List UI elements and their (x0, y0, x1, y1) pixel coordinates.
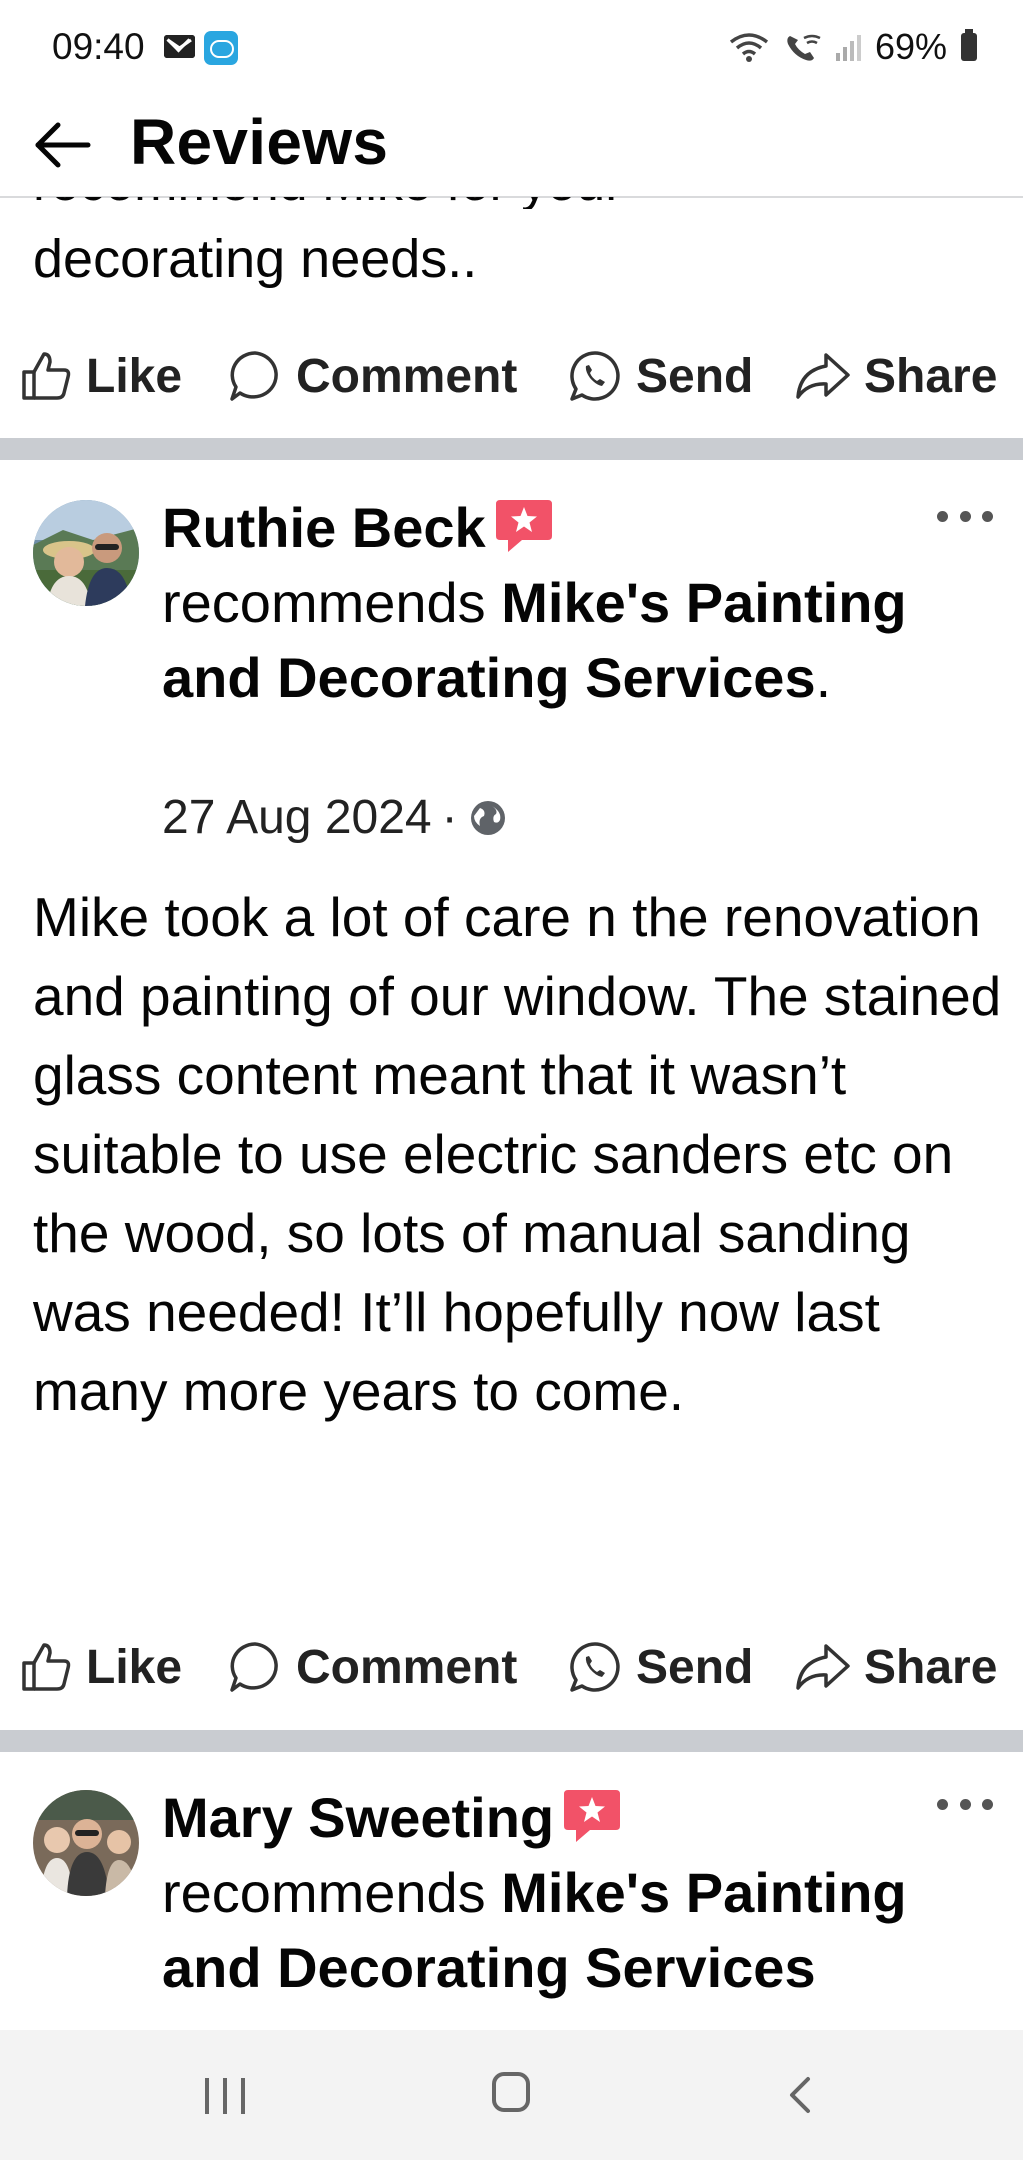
comment-icon (230, 1642, 278, 1692)
post-actions: Like Comment Send Share (0, 1617, 1023, 1717)
back-arrow-icon[interactable] (30, 113, 94, 177)
mail-icon (164, 35, 195, 58)
comment-icon (230, 351, 278, 401)
share-button[interactable]: Share (794, 1640, 997, 1695)
status-bar: 09:40 69% (0, 0, 1023, 95)
whatsapp-icon (570, 1642, 620, 1692)
review-text: Mike took a lot of care n the renovation… (33, 886, 1002, 1422)
post-divider (0, 1730, 1023, 1752)
review-post: Ruthie Beck recommends Mike's Painting a… (0, 460, 1023, 1730)
send-button[interactable]: Send (568, 349, 753, 404)
meta-separator: · (441, 791, 458, 844)
comment-label: Comment (296, 349, 518, 403)
comment-button[interactable]: Comment (228, 349, 517, 404)
post-date[interactable]: 27 Aug 2024 (162, 790, 432, 845)
post-header: Ruthie Beck recommends Mike's Painting a… (162, 490, 982, 715)
send-label: Send (636, 349, 754, 403)
share-icon (796, 353, 850, 399)
whatsapp-icon (570, 351, 620, 401)
avatar[interactable] (33, 1790, 139, 1896)
comment-label: Comment (296, 1640, 518, 1694)
share-label: Share (864, 1640, 998, 1694)
thumbs-up-icon (22, 1643, 71, 1691)
page-title: Reviews (130, 106, 389, 178)
previous-post-actions: Like Comment Send Share (0, 326, 1023, 426)
previous-post-text: decorating needs.. (33, 229, 478, 289)
recommend-badge-icon (494, 496, 554, 554)
wifi-call-icon (787, 34, 821, 61)
box-app-icon (204, 31, 238, 65)
post-header: Mary Sweeting recommends Mike's Painting… (162, 1780, 982, 2005)
share-icon (796, 1644, 850, 1690)
back-icon[interactable] (786, 2075, 814, 2115)
like-label: Like (86, 1640, 183, 1694)
recommends-text: recommends (162, 1861, 486, 1924)
comment-button[interactable]: Comment (228, 1640, 517, 1695)
signal-icon (835, 33, 861, 61)
battery-icon (961, 29, 977, 61)
thumbs-up-icon (22, 352, 71, 400)
post-divider (0, 438, 1023, 460)
status-icons: 69% (728, 26, 977, 68)
recommends-text: recommends (162, 571, 486, 634)
previous-post-clipped-line: recommend Mike for your (33, 197, 993, 209)
status-time: 09:40 (52, 26, 145, 67)
home-icon[interactable] (492, 2072, 530, 2112)
battery-level: 69% (874, 26, 947, 67)
globe-icon (470, 800, 505, 835)
app-header: Reviews (0, 95, 1023, 198)
send-button[interactable]: Send (568, 1640, 753, 1695)
system-nav-bar (0, 2030, 1023, 2160)
author-name[interactable]: Ruthie Beck (162, 496, 486, 559)
share-label: Share (864, 349, 998, 403)
recommend-badge-icon (562, 1786, 622, 1844)
send-label: Send (636, 1640, 754, 1694)
recent-apps-icon[interactable] (205, 2078, 245, 2114)
review-post: Mary Sweeting recommends Mike's Painting… (0, 1752, 1023, 2030)
post-meta: 27 Aug 2024 · (162, 790, 508, 845)
like-button[interactable]: Like (20, 1640, 182, 1695)
sentence-period: . (815, 646, 832, 709)
avatar[interactable] (33, 500, 139, 606)
share-button[interactable]: Share (794, 349, 997, 404)
wifi-icon (729, 33, 769, 62)
like-button[interactable]: Like (20, 349, 182, 404)
author-name[interactable]: Mary Sweeting (162, 1786, 554, 1849)
like-label: Like (86, 349, 183, 403)
